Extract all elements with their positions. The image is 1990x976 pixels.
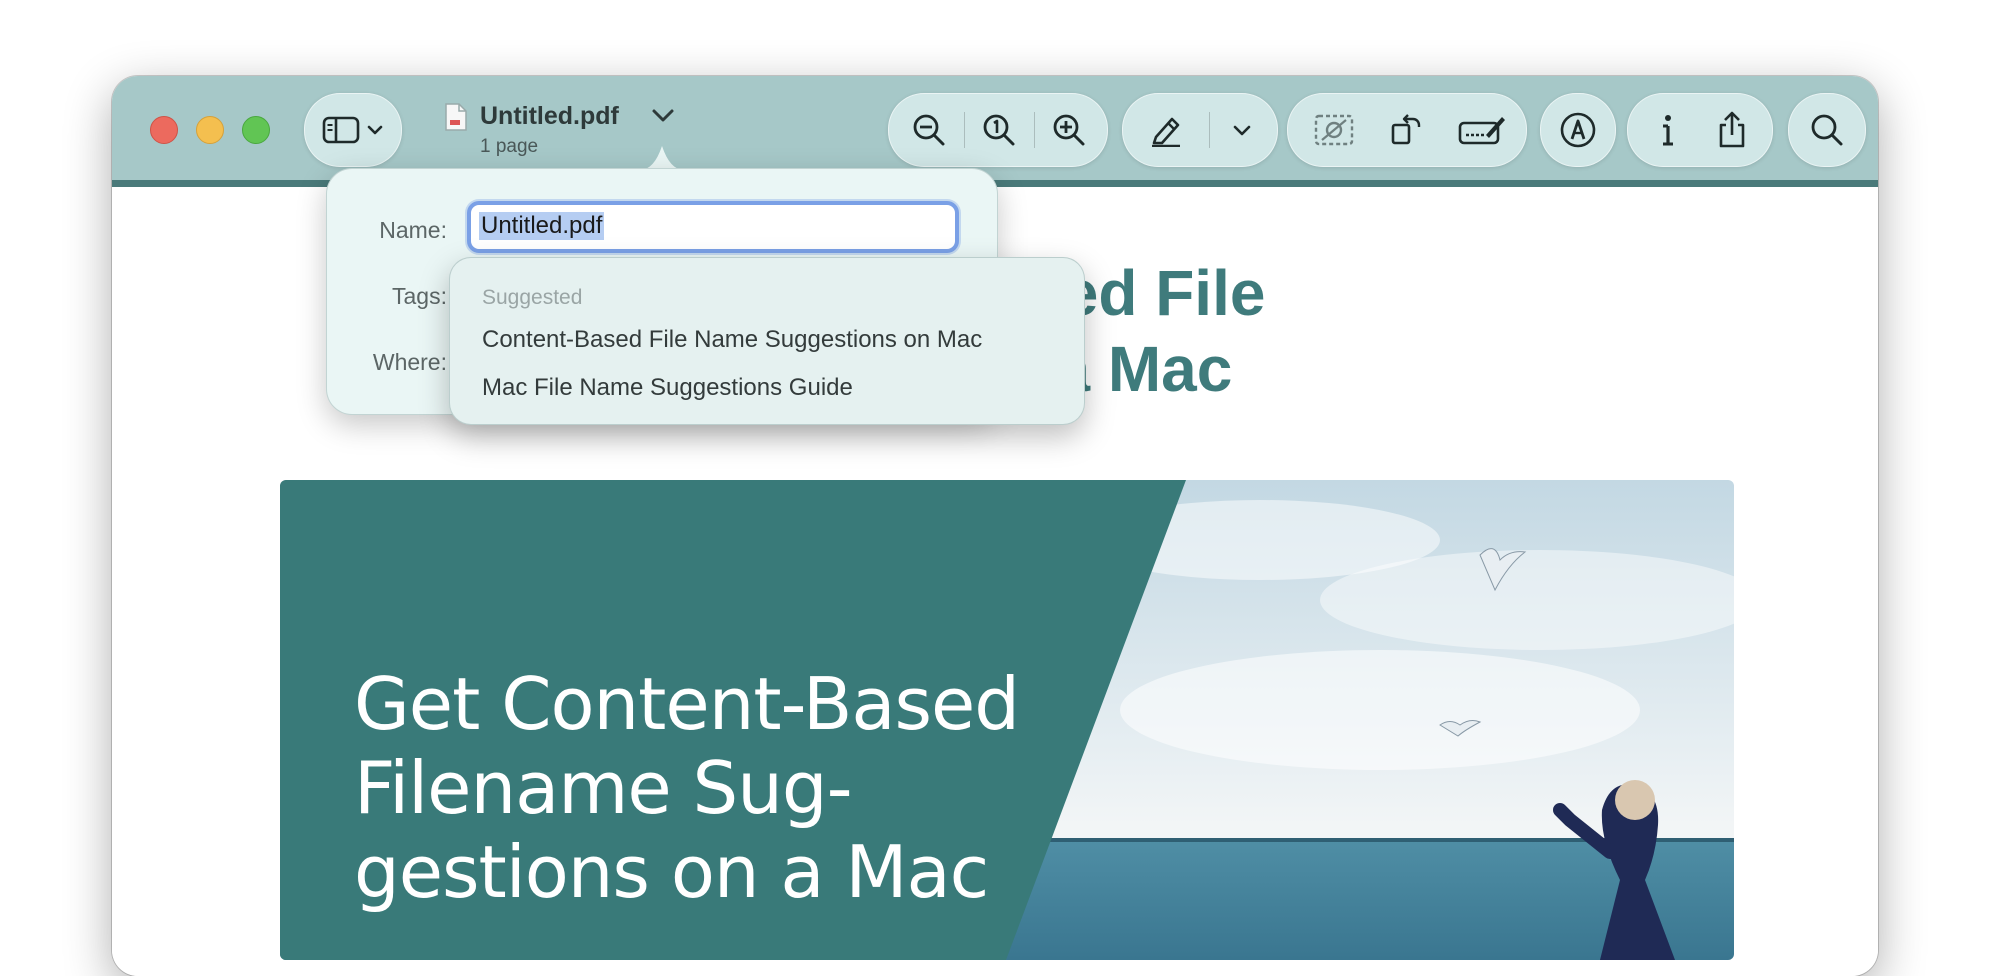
hero-line-3: gestions on a Mac <box>354 830 989 914</box>
actual-size-icon[interactable] <box>971 94 1027 166</box>
name-label: Name: <box>379 217 447 243</box>
chevron-down-icon[interactable] <box>1217 94 1267 166</box>
hero-line-2: Filename Sug- <box>354 746 853 830</box>
highlight-pen-icon[interactable] <box>1135 94 1197 166</box>
name-field-value: Untitled.pdf <box>479 212 605 240</box>
zoom-in-icon[interactable] <box>1041 94 1097 166</box>
minimize-button[interactable] <box>196 116 224 144</box>
sidebar-toggle-button[interactable] <box>304 93 402 167</box>
document-title[interactable]: Untitled.pdf <box>480 102 619 131</box>
search-icon <box>1789 94 1865 166</box>
chevron-down-icon <box>363 94 387 166</box>
popover-arrow <box>640 146 684 170</box>
sidebar-icon <box>319 94 363 166</box>
share-icon[interactable] <box>1702 94 1762 166</box>
toolbar: Untitled.pdf 1 page <box>112 76 1878 182</box>
highlight-controls <box>1122 93 1278 167</box>
tags-label: Tags: <box>392 283 447 309</box>
search-button[interactable] <box>1788 93 1866 167</box>
suggestions-header: Suggested <box>482 286 583 309</box>
image-description-icon[interactable] <box>1302 94 1366 166</box>
page-count: 1 page <box>480 136 539 157</box>
hero-line-1: Get Content-Based <box>354 662 1020 746</box>
hero-image: Get Content-Based Filename Sug- gestions… <box>280 480 1734 960</box>
name-field[interactable]: Untitled.pdf <box>467 201 959 253</box>
hero-text: Get Content-Based Filename Sug- gestions… <box>354 662 1074 914</box>
zoom-button[interactable] <box>242 116 270 144</box>
document-icon <box>444 102 468 137</box>
info-icon[interactable] <box>1638 94 1698 166</box>
close-button[interactable] <box>150 116 178 144</box>
where-label: Where: <box>372 349 447 375</box>
accessibility-button[interactable] <box>1540 93 1616 167</box>
suggestion-item[interactable]: Mac File Name Suggestions Guide <box>482 374 853 402</box>
markup-icon[interactable] <box>1448 94 1516 166</box>
zoom-controls <box>888 93 1108 167</box>
suggestion-item[interactable]: Content-Based File Name Suggestions on M… <box>482 326 982 354</box>
chevron-down-icon[interactable] <box>650 106 676 131</box>
rotate-icon[interactable] <box>1374 94 1438 166</box>
info-share-controls <box>1627 93 1773 167</box>
zoom-out-icon[interactable] <box>901 94 957 166</box>
edit-controls <box>1287 93 1527 167</box>
accessibility-icon <box>1541 94 1615 166</box>
suggestions-dropdown: Suggested Content-Based File Name Sugges… <box>449 257 1085 425</box>
